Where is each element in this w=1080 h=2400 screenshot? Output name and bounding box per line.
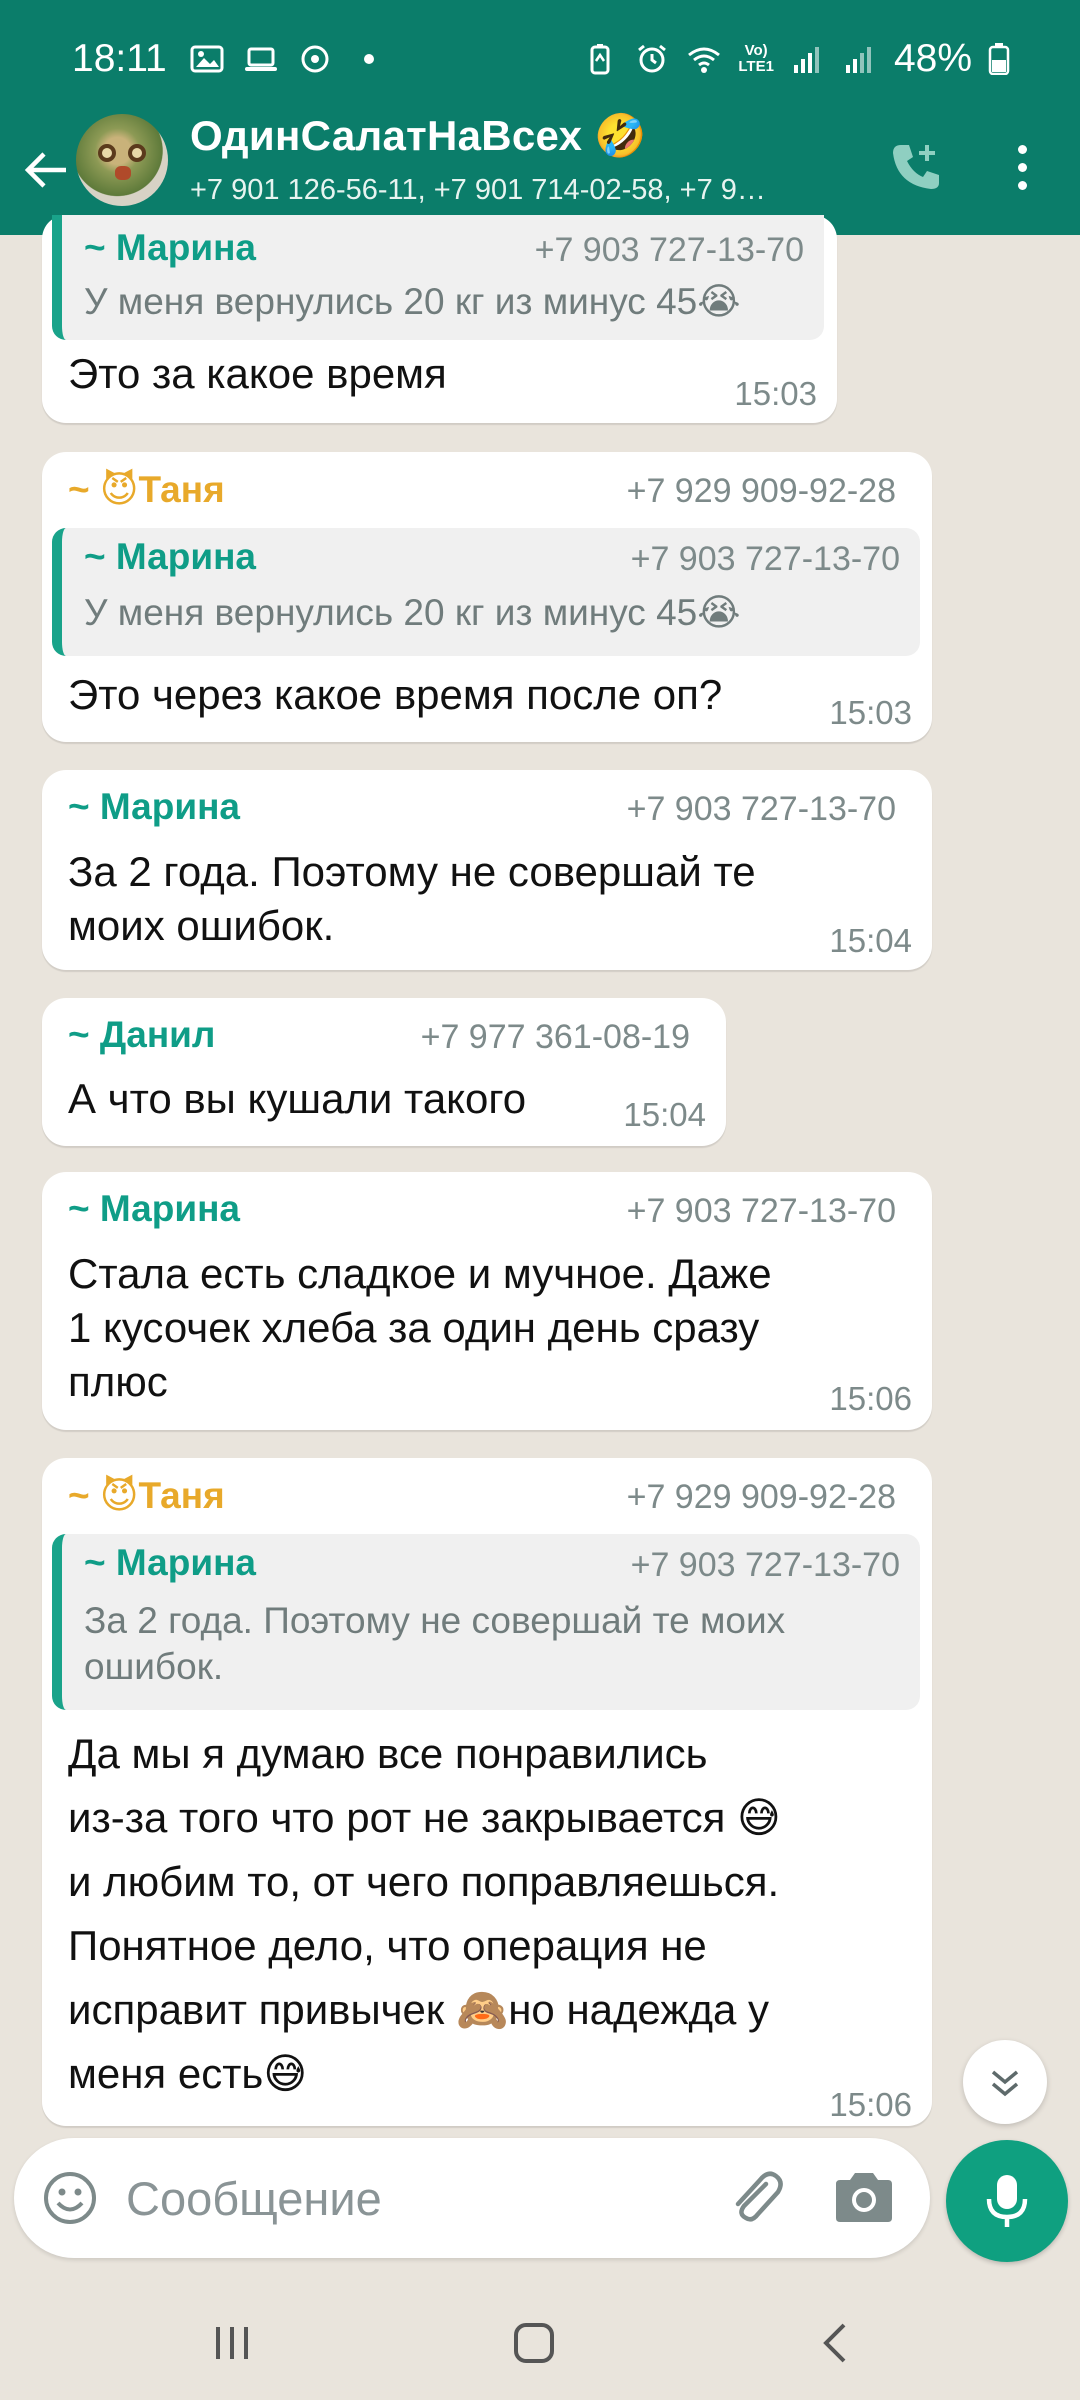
wifi-icon	[688, 47, 721, 73]
network-type-label: Vo) LTE1	[738, 42, 774, 75]
message-bubble[interactable]: ~ Данил +7 977 361-08-19 А что вы кушали…	[42, 998, 726, 1146]
paperclip-icon[interactable]	[720, 2162, 792, 2234]
battery-saver-icon	[590, 44, 610, 75]
home-icon	[514, 2323, 554, 2363]
message-sender[interactable]: ~ Марина	[68, 1188, 240, 1230]
status-time: 18:11	[72, 37, 167, 80]
message-sender[interactable]: ~ 😈Таня	[68, 1474, 225, 1517]
signal-icon	[845, 47, 871, 73]
sync-icon	[301, 45, 329, 73]
signal-icon	[793, 47, 819, 73]
arrow-left-icon	[24, 152, 66, 188]
chevron-left-icon	[823, 2323, 846, 2363]
system-back-button[interactable]	[796, 2313, 876, 2373]
message-time: 15:06	[829, 1380, 912, 1417]
battery-icon	[988, 43, 1010, 75]
message-time: 15:06	[829, 2086, 912, 2123]
sender-phone: +7 929 909-92-28	[626, 472, 896, 510]
microphone-icon	[986, 2175, 1028, 2227]
message-text: За 2 года. Поэтому не совершай те моих о…	[68, 848, 756, 949]
quoted-sender: ~ Марина	[84, 536, 257, 577]
quoted-message[interactable]: ~ Марина +7 903 727-13-70 У меня вернули…	[52, 528, 920, 656]
laptop-icon	[244, 47, 277, 71]
message-text: Это через какое время после оп?	[68, 671, 723, 718]
back-button[interactable]	[18, 130, 74, 210]
phone-plus-icon	[893, 145, 939, 189]
quoted-phone: +7 903 727-13-70	[630, 1546, 900, 1584]
message-bubble[interactable]: ~ Марина +7 903 727-13-70 За 2 года. Поэ…	[42, 770, 932, 970]
alarm-icon	[638, 44, 667, 73]
message-sender[interactable]: ~ 😈Таня	[68, 468, 225, 511]
add-call-button[interactable]	[880, 132, 950, 202]
system-navigation-bar	[0, 2285, 1080, 2400]
quoted-sender: ~ Марина	[84, 1542, 257, 1583]
emoji-icon[interactable]	[38, 2166, 102, 2230]
status-system-icons: Vo) LTE1 48%	[582, 37, 1010, 81]
message-time: 15:04	[829, 922, 912, 959]
chat-participants[interactable]: +7 901 126-56-11, +7 901 714-02-58, +7 9…	[190, 174, 766, 207]
gallery-icon	[190, 45, 224, 73]
message-sender[interactable]: ~ Данил	[68, 1014, 215, 1056]
message-bubble[interactable]: ~ 😈Таня +7 929 909-92-28 ~ Марина +7 903…	[42, 452, 932, 742]
battery-percent: 48%	[893, 37, 972, 80]
message-input[interactable]	[126, 2164, 686, 2232]
sender-phone: +7 903 727-13-70	[626, 1192, 896, 1230]
status-notification-icons	[189, 43, 387, 75]
message-text: Стала есть сладкое и мучное. Даже 1 кусо…	[68, 1250, 772, 1405]
quoted-phone: +7 903 727-13-70	[534, 231, 804, 269]
message-text: Это за какое время	[68, 350, 447, 397]
message-time: 15:03	[734, 375, 817, 412]
avatar-eye	[98, 144, 116, 162]
message-text: А что вы кушали такого	[68, 1075, 527, 1122]
quoted-message[interactable]: ~ Марина +7 903 727-13-70 У меня вернули…	[52, 215, 824, 340]
more-options-button[interactable]	[1000, 132, 1044, 202]
status-bar: 18:11 Vo) LTE1 48%	[0, 0, 1080, 118]
sender-phone: +7 977 361-08-19	[420, 1018, 690, 1056]
quoted-message[interactable]: ~ Марина +7 903 727-13-70 За 2 года. Поэ…	[52, 1534, 920, 1710]
quoted-text: У меня вернулись 20 кг из минус 45😭	[84, 592, 741, 633]
recent-apps-icon	[216, 2327, 248, 2359]
avatar-beak	[115, 166, 131, 180]
message-bubble[interactable]: ~ 😈Таня +7 929 909-92-28 ~ Марина +7 903…	[42, 1458, 932, 2126]
message-sender[interactable]: ~ Марина	[68, 786, 240, 828]
message-time: 15:03	[829, 694, 912, 731]
message-time: 15:04	[623, 1096, 706, 1133]
camera-icon[interactable]	[830, 2166, 898, 2230]
sender-phone: +7 903 727-13-70	[626, 790, 896, 828]
chat-title[interactable]: ОдинСалатНаВсех 🤣	[190, 112, 647, 161]
double-chevron-down-icon	[991, 2070, 1019, 2097]
message-composer	[14, 2138, 930, 2258]
voice-message-button[interactable]	[946, 2140, 1068, 2262]
avatar-eye	[128, 144, 146, 162]
message-bubble[interactable]: ~ Марина +7 903 727-13-70 У меня вернули…	[42, 215, 837, 423]
scroll-to-bottom-button[interactable]	[963, 2040, 1047, 2124]
group-avatar[interactable]	[76, 114, 168, 206]
sender-phone: +7 929 909-92-28	[626, 1478, 896, 1516]
home-button[interactable]	[494, 2313, 574, 2373]
dot-icon	[363, 54, 374, 64]
message-text: Да мы я думаю все понравились из-за того…	[68, 1730, 781, 2097]
quoted-text: За 2 года. Поэтому не совершай те моих о…	[84, 1600, 786, 1687]
quoted-text: У меня вернулись 20 кг из минус 45😭	[84, 281, 741, 322]
message-bubble[interactable]: ~ Марина +7 903 727-13-70 Стала есть сла…	[42, 1172, 932, 1430]
quoted-sender: ~ Марина	[84, 227, 257, 268]
quoted-phone: +7 903 727-13-70	[630, 540, 900, 578]
app-bar: 18:11 Vo) LTE1 48% ОдинСалатНаВсех 🤣 +7 …	[0, 0, 1080, 235]
recent-apps-button[interactable]	[192, 2313, 272, 2373]
